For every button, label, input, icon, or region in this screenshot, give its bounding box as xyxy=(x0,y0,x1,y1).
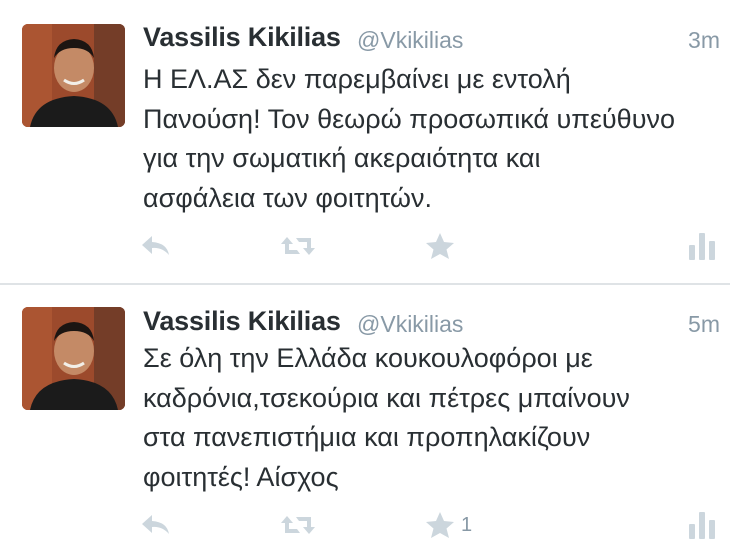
star-icon xyxy=(426,512,454,538)
tweet[interactable]: Vassilis Kikilias @Vkikilias 3m Η ΕΛ.ΑΣ … xyxy=(0,0,730,284)
author-handle[interactable]: @Vkikilias xyxy=(357,311,463,338)
author-name[interactable]: Vassilis Kikilias xyxy=(143,22,341,53)
favorite-button[interactable] xyxy=(425,226,461,266)
retweet-icon xyxy=(281,237,315,255)
star-icon xyxy=(426,233,454,259)
tweet[interactable]: Vassilis Kikilias @Vkikilias 5m Σε όλη τ… xyxy=(0,284,730,549)
author-handle[interactable]: @Vkikilias xyxy=(357,27,463,54)
favorite-count: 1 xyxy=(461,513,473,536)
tweet-actions: 1 xyxy=(0,505,730,545)
reply-button[interactable] xyxy=(140,226,172,266)
reply-icon xyxy=(142,515,169,534)
tweet-text: Η ΕΛ.ΑΣ δεν παρεμβαίνει με εντολή Πανούσ… xyxy=(143,64,675,213)
stats-icon xyxy=(689,512,715,539)
stats-button[interactable] xyxy=(688,226,718,266)
reply-button[interactable] xyxy=(140,505,172,545)
retweet-button[interactable] xyxy=(280,226,316,266)
tweet-timestamp[interactable]: 5m xyxy=(688,311,720,338)
tweet-actions xyxy=(0,226,730,266)
reply-icon xyxy=(142,236,169,255)
avatar[interactable] xyxy=(22,307,125,410)
timeline: Vassilis Kikilias @Vkikilias 3m Η ΕΛ.ΑΣ … xyxy=(0,0,730,549)
stats-button[interactable] xyxy=(688,505,718,545)
tweet-text: Σε όλη την Ελλάδα κουκουλοφόροι με καδρό… xyxy=(143,343,630,492)
tweet-timestamp[interactable]: 3m xyxy=(688,27,720,54)
avatar-image xyxy=(22,307,125,410)
favorite-button[interactable]: 1 xyxy=(425,505,472,545)
avatar[interactable] xyxy=(22,24,125,127)
retweet-button[interactable] xyxy=(280,505,316,545)
author-name[interactable]: Vassilis Kikilias xyxy=(143,306,341,337)
stats-icon xyxy=(689,233,715,260)
avatar-image xyxy=(22,24,125,127)
retweet-icon xyxy=(281,516,315,534)
